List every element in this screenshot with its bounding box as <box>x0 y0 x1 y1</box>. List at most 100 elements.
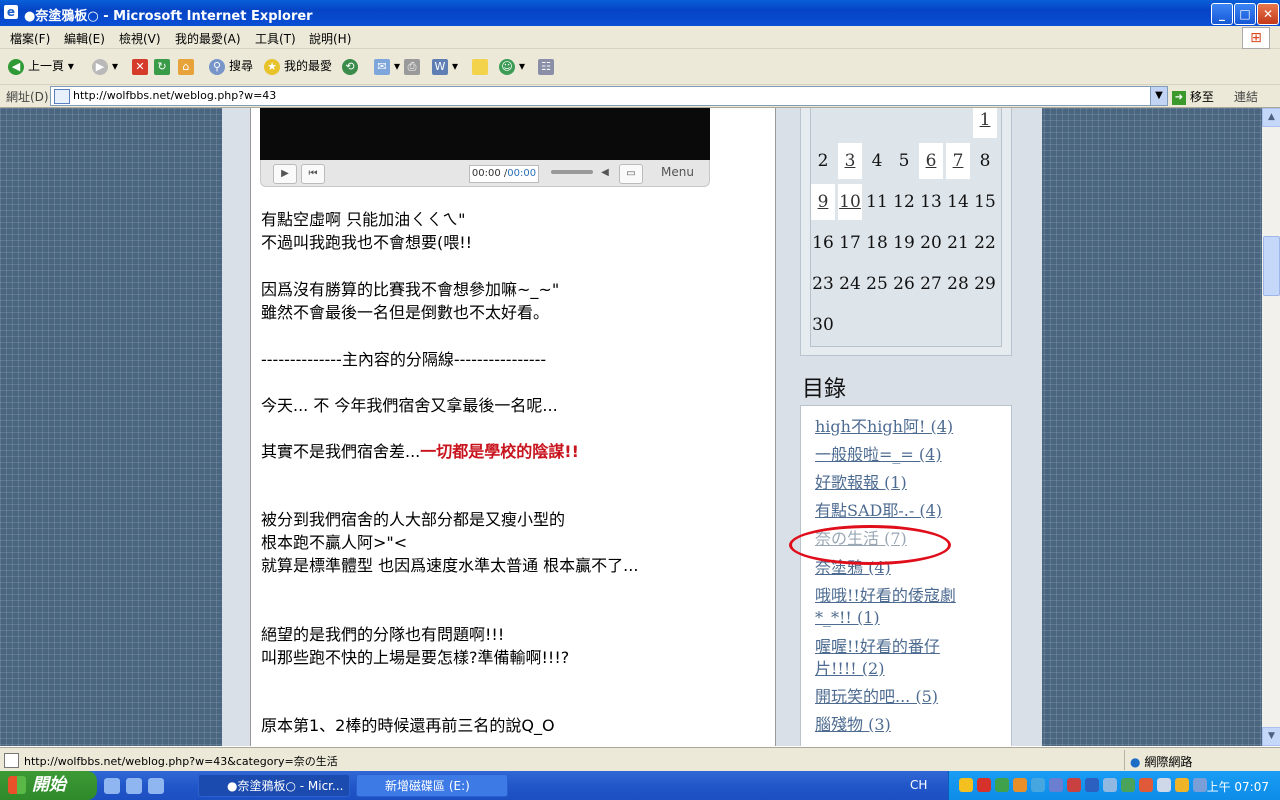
post-line: 今天... 不 今年我們宿舍又拿最後一名呢... <box>261 396 558 415</box>
calendar-day: 14 <box>947 192 969 212</box>
zone-label: 網際網路 <box>1144 755 1193 769</box>
tray-icon[interactable] <box>1067 778 1081 792</box>
category-link[interactable]: 好歌報報 (1) <box>815 472 907 494</box>
rewind-icon[interactable]: ⏮ <box>301 164 325 184</box>
start-label: 開始 <box>32 775 66 795</box>
tray-icon[interactable] <box>1139 778 1153 792</box>
speaker-icon[interactable]: ◀ <box>597 164 613 182</box>
forward-button[interactable]: ▶ ▾ <box>92 57 118 75</box>
task-ie-window[interactable]: ●奈塗鴉板○ - Micr... <box>198 774 350 797</box>
tray-icon[interactable] <box>1049 778 1063 792</box>
calendar-day-link[interactable]: 9 <box>811 184 835 220</box>
calendar-day: 29 <box>974 274 996 294</box>
calendar-day: 25 <box>866 274 888 294</box>
favorites-button[interactable]: ★ 我的最愛 <box>264 57 332 75</box>
tray-icon[interactable] <box>1175 778 1189 792</box>
bluetooth-icon[interactable] <box>1085 778 1099 792</box>
back-button[interactable]: ◀ 上一頁 ▾ <box>8 57 74 75</box>
home-icon: ⌂ <box>178 58 194 75</box>
category-list: high不high阿! (4) 一般般啦=_= (4) 好歌報報 (1) 有點S… <box>800 405 1012 746</box>
discuss-button[interactable] <box>472 57 492 75</box>
menu-help[interactable]: 說明(H) <box>309 30 351 47</box>
start-button[interactable]: 開始 <box>0 771 97 800</box>
tray-icon[interactable] <box>995 778 1009 792</box>
ie-quicklaunch-icon[interactable] <box>104 778 120 794</box>
category-link[interactable]: 一般般啦=_= (4) <box>815 444 942 466</box>
play-icon[interactable]: ▶ <box>273 164 297 184</box>
ie-icon: e <box>4 5 18 19</box>
post-highlight: 一切都是學校的陰謀!! <box>420 442 579 461</box>
volume-icon[interactable] <box>1193 778 1207 792</box>
home-button[interactable]: ⌂ <box>178 57 198 75</box>
fullscreen-icon[interactable]: ▭ <box>619 164 643 184</box>
tray-icon[interactable] <box>1121 778 1135 792</box>
calendar-day: 13 <box>920 192 942 212</box>
calendar-day-link[interactable]: 7 <box>946 143 970 179</box>
vertical-scrollbar[interactable]: ▲ ▼ <box>1262 108 1280 746</box>
category-link[interactable]: 喔喔!!好看的番仔 <box>815 636 940 658</box>
address-input[interactable]: http://wolfbbs.net/weblog.php?w=43 ▼ <box>50 86 1168 106</box>
edit-button[interactable]: W ▾ <box>432 57 458 75</box>
video-area[interactable] <box>260 108 710 160</box>
category-link[interactable]: 片!!!! (2) <box>815 658 884 680</box>
category-link[interactable]: *_*!! (1) <box>815 607 880 629</box>
refresh-icon: ↻ <box>154 58 170 75</box>
category-link[interactable]: 腦殘物 (3) <box>815 714 891 736</box>
quicklaunch-icon[interactable] <box>148 778 164 794</box>
menu-view[interactable]: 檢視(V) <box>119 30 161 47</box>
window-title: ●奈塗鴉板○ - Microsoft Internet Explorer <box>24 9 313 24</box>
calendar-day-link[interactable]: 3 <box>838 143 862 179</box>
video-player-controls: ▶ ⏮ 00:00 /00:00 ◀ ▭ Menu <box>260 160 710 187</box>
tray-icon[interactable] <box>1103 778 1117 792</box>
links-button[interactable]: 連結 <box>1234 88 1258 105</box>
tray-icon[interactable] <box>1031 778 1045 792</box>
calendar-day: 5 <box>898 151 910 171</box>
volume-slider[interactable] <box>551 170 593 174</box>
scroll-up-icon[interactable]: ▲ <box>1262 108 1280 127</box>
category-link[interactable]: 開玩笑的吧... (5) <box>815 686 938 708</box>
refresh-button[interactable]: ↻ <box>154 57 174 75</box>
tray-icon[interactable] <box>1013 778 1027 792</box>
shield-icon[interactable] <box>959 778 973 792</box>
calendar-day: 24 <box>839 274 861 294</box>
task-drive-window[interactable]: 新增磁碟區 (E:) <box>356 774 508 797</box>
menu-tools[interactable]: 工具(T) <box>255 30 296 47</box>
calendar-day: 22 <box>974 233 996 253</box>
calendar-day-link[interactable]: 10 <box>838 184 862 220</box>
maximize-button[interactable]: □ <box>1234 3 1256 25</box>
address-url: http://wolfbbs.net/weblog.php?w=43 <box>73 89 277 102</box>
quicklaunch-icon[interactable] <box>126 778 142 794</box>
go-button[interactable]: ➜ 移至 <box>1172 88 1214 105</box>
menu-file[interactable]: 檔案(F) <box>10 30 50 47</box>
system-tray: 上午 07:07 <box>948 771 1280 800</box>
research-button[interactable]: ☷ <box>538 57 558 75</box>
calendar-day-link[interactable]: 1 <box>973 108 997 138</box>
toc-title: 目錄 <box>802 377 847 402</box>
category-link[interactable]: 哦哦!!好看的倭寇劇 <box>815 585 956 607</box>
stop-button[interactable]: ✕ <box>132 57 152 75</box>
calendar-day-link[interactable]: 6 <box>919 143 943 179</box>
mail-button[interactable]: ✉ ▾ <box>374 57 400 75</box>
menu-favorites[interactable]: 我的最愛(A) <box>175 30 241 47</box>
scroll-thumb[interactable] <box>1263 236 1280 296</box>
search-icon: ⚲ <box>209 58 225 75</box>
close-button[interactable]: ✕ <box>1257 3 1279 25</box>
category-link[interactable]: high不high阿! (4) <box>815 416 953 438</box>
calendar-day: 26 <box>893 274 915 294</box>
calendar-day: 8 <box>979 151 991 171</box>
category-link[interactable]: 有點SAD耶-.- (4) <box>815 500 942 522</box>
back-label: 上一頁 <box>28 59 65 73</box>
menu-edit[interactable]: 編輯(E) <box>64 30 105 47</box>
wifi-icon[interactable] <box>1157 778 1171 792</box>
minimize-button[interactable]: _ <box>1211 3 1233 25</box>
scroll-down-icon[interactable]: ▼ <box>1262 727 1280 746</box>
messenger-button[interactable]: ☺ ▾ <box>499 57 525 75</box>
search-button[interactable]: ⚲ 搜尋 <box>209 57 253 75</box>
calendar-day: 15 <box>974 192 996 212</box>
history-button[interactable]: ⟲ <box>342 57 362 75</box>
language-indicator[interactable]: CH <box>910 778 927 792</box>
player-menu-button[interactable]: Menu <box>661 165 694 179</box>
antivirus-icon[interactable] <box>977 778 991 792</box>
print-button[interactable]: ⎙ <box>404 57 424 75</box>
address-dropdown-icon[interactable]: ▼ <box>1150 87 1167 105</box>
